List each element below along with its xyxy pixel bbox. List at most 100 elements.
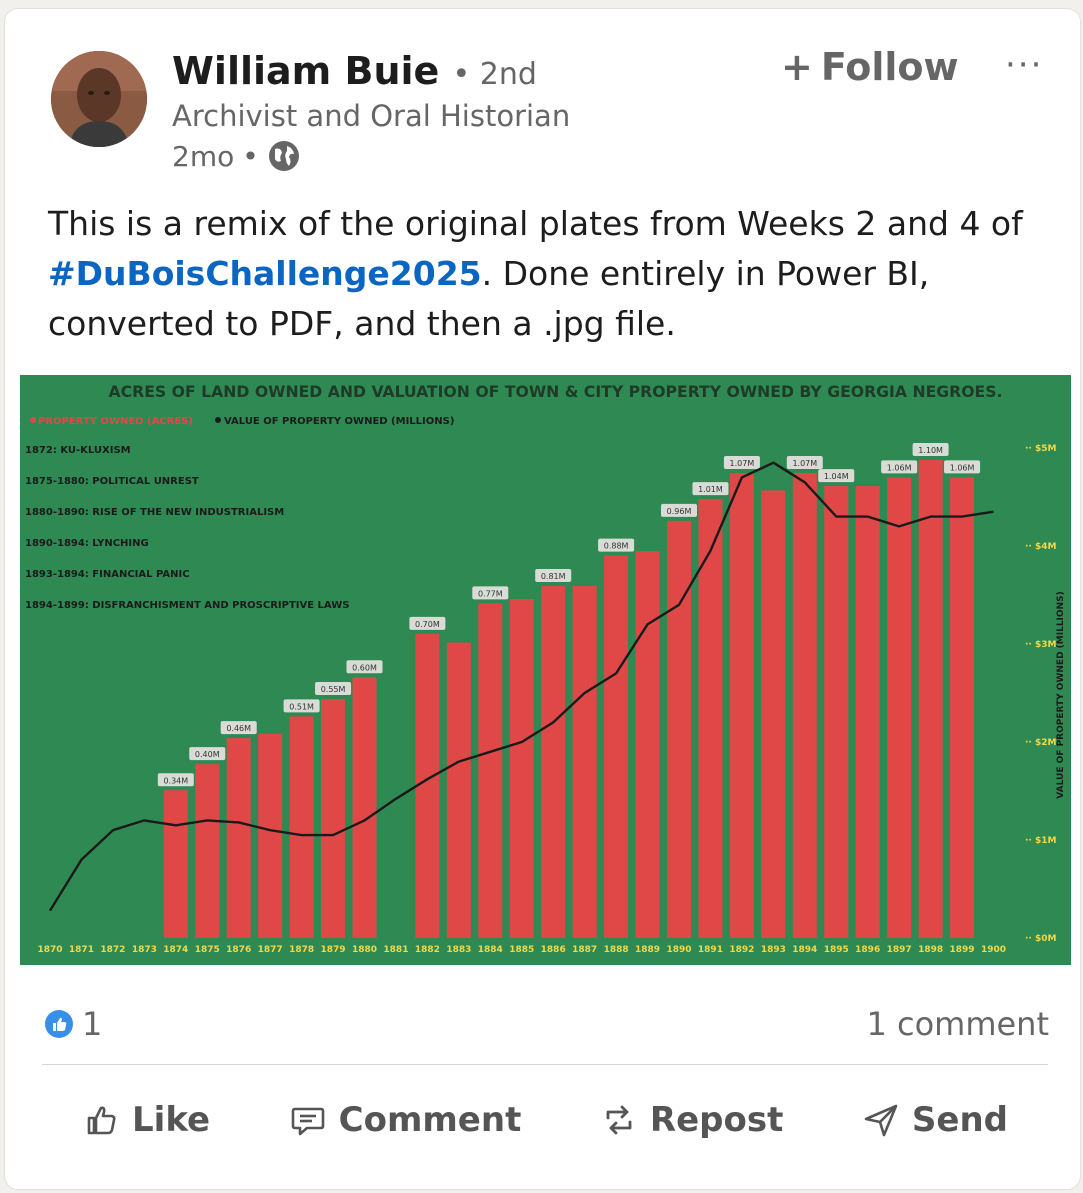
chart-annotation: 1875-1880: POLITICAL UNREST: [25, 476, 199, 487]
x-tick-1884: 1884: [478, 945, 503, 955]
post-text: This is a remix of the original plates f…: [48, 199, 1038, 349]
globe-icon: [268, 141, 299, 171]
data-label-1898: 1.10M: [918, 446, 943, 455]
bar-1889: [635, 551, 660, 938]
x-tick-1886: 1886: [541, 945, 566, 955]
x-tick-1871: 1871: [69, 945, 94, 955]
divider: [42, 1064, 1048, 1065]
x-tick-1888: 1888: [604, 945, 629, 955]
plus-icon: +: [781, 45, 813, 89]
x-tick-1893: 1893: [761, 945, 786, 955]
bar-1878: [289, 716, 314, 938]
bar-1879: [321, 699, 346, 938]
comment-button[interactable]: Comment: [289, 1100, 522, 1140]
data-label-1880: 0.60M: [352, 663, 377, 672]
legend-label-bars: PROPERTY OWNED (ACRES): [38, 416, 193, 427]
data-label-1891: 1.01M: [698, 485, 723, 494]
bar-1896: [855, 486, 880, 938]
x-tick-1881: 1881: [383, 945, 408, 955]
data-label-1895: 1.04M: [824, 472, 849, 481]
x-tick-1872: 1872: [100, 945, 125, 955]
chart-annotation: 1893-1894: FINANCIAL PANIC: [25, 569, 190, 580]
repost-icon: [606, 1105, 632, 1135]
like-reaction-icon: [45, 1010, 73, 1038]
data-label-1884: 0.77M: [478, 589, 503, 598]
x-tick-1874: 1874: [163, 945, 188, 955]
y-right-tick: ·· $5M: [1025, 444, 1056, 454]
more-options-button[interactable]: ···: [1005, 45, 1043, 85]
comment-icon: [291, 1107, 324, 1136]
bar-1897: [887, 477, 912, 938]
x-tick-1878: 1878: [289, 945, 314, 955]
bar-1886: [541, 586, 566, 938]
reaction-count: 1: [82, 1005, 103, 1043]
bar-1883: [446, 642, 471, 938]
data-label-1876: 0.46M: [226, 724, 251, 733]
y-right-tick: ·· $3M: [1025, 640, 1056, 650]
y-right-tick: ·· $4M: [1025, 542, 1056, 552]
data-label-1890: 0.96M: [667, 507, 692, 516]
x-tick-1889: 1889: [635, 945, 660, 955]
x-tick-1882: 1882: [415, 945, 440, 955]
bar-1894: [792, 473, 817, 938]
data-label-1879: 0.55M: [321, 685, 346, 694]
legend-marker-bars: [30, 417, 36, 423]
like-label: Like: [132, 1100, 211, 1140]
reaction-summary[interactable]: 1: [44, 1005, 102, 1043]
chart-annotation: 1890-1894: LYNCHING: [25, 538, 149, 549]
legend-label-line: VALUE OF PROPERTY OWNED (MILLIONS): [224, 416, 454, 427]
data-label-1878: 0.51M: [289, 702, 314, 711]
send-icon: [864, 1104, 898, 1137]
meta-separator: •: [242, 139, 259, 173]
x-tick-1897: 1897: [887, 945, 912, 955]
repost-button[interactable]: Repost: [600, 1100, 783, 1140]
y-right-axis-label: VALUE OF PROPERTY OWNED (MILLIONS): [1056, 591, 1066, 798]
send-label: Send: [911, 1100, 1008, 1140]
author-headline: Archivist and Oral Historian: [172, 99, 571, 133]
data-label-1894: 1.07M: [792, 459, 817, 468]
x-tick-1898: 1898: [918, 945, 943, 955]
chart-title: ACRES OF LAND OWNED AND VALUATION OF TOW…: [109, 382, 1003, 401]
bar-1882: [415, 633, 440, 938]
comment-count-link[interactable]: 1 comment: [866, 1005, 1049, 1043]
x-tick-1875: 1875: [195, 945, 220, 955]
x-tick-1879: 1879: [321, 945, 346, 955]
follow-button[interactable]: + Follow: [781, 45, 959, 89]
x-tick-1900: 1900: [981, 945, 1006, 955]
comment-label: Comment: [338, 1100, 522, 1140]
y-right-tick: ·· $2M: [1025, 738, 1056, 748]
avatar-portrait-icon: [51, 51, 147, 147]
data-label-1882: 0.70M: [415, 620, 440, 629]
data-label-1874: 0.34M: [163, 776, 188, 785]
bar-1892: [729, 473, 754, 938]
data-label-1886: 0.81M: [541, 572, 566, 581]
author-name[interactable]: William Buie • 2nd: [172, 49, 537, 93]
y-right-tick: ·· $1M: [1025, 836, 1056, 846]
data-label-1875: 0.40M: [195, 750, 220, 759]
bar-1899: [950, 477, 975, 938]
bar-1877: [258, 733, 283, 938]
connection-degree: • 2nd: [452, 57, 537, 92]
thumbs-up-icon: [87, 1106, 116, 1135]
data-label-1888: 0.88M: [604, 542, 629, 551]
bar-1898: [918, 460, 943, 938]
data-label-1897: 1.06M: [887, 463, 912, 472]
x-tick-1885: 1885: [509, 945, 534, 955]
author-name-text[interactable]: William Buie: [172, 49, 439, 93]
bar-1884: [478, 603, 503, 938]
x-tick-1877: 1877: [258, 945, 283, 955]
author-avatar[interactable]: [51, 51, 147, 147]
bar-1893: [761, 490, 786, 938]
chart-annotation: 1894-1899: DISFRANCHISMENT AND PROSCRIPT…: [25, 600, 349, 611]
data-label-1899: 1.06M: [950, 463, 975, 472]
like-button[interactable]: Like: [82, 1100, 210, 1140]
hashtag-link[interactable]: #DuBoisChallenge2025: [48, 254, 482, 293]
bar-1888: [604, 555, 629, 938]
send-button[interactable]: Send: [862, 1100, 1008, 1140]
chart-annotation: 1880-1890: RISE OF THE NEW INDUSTRIALISM: [25, 507, 284, 518]
bar-1874: [163, 790, 188, 938]
y-right-tick: ·· $0M: [1025, 934, 1056, 944]
bar-1876: [226, 738, 251, 938]
post-text-before: This is a remix of the original plates f…: [48, 204, 1023, 243]
post-image-chart[interactable]: ACRES OF LAND OWNED AND VALUATION OF TOW…: [20, 375, 1071, 965]
